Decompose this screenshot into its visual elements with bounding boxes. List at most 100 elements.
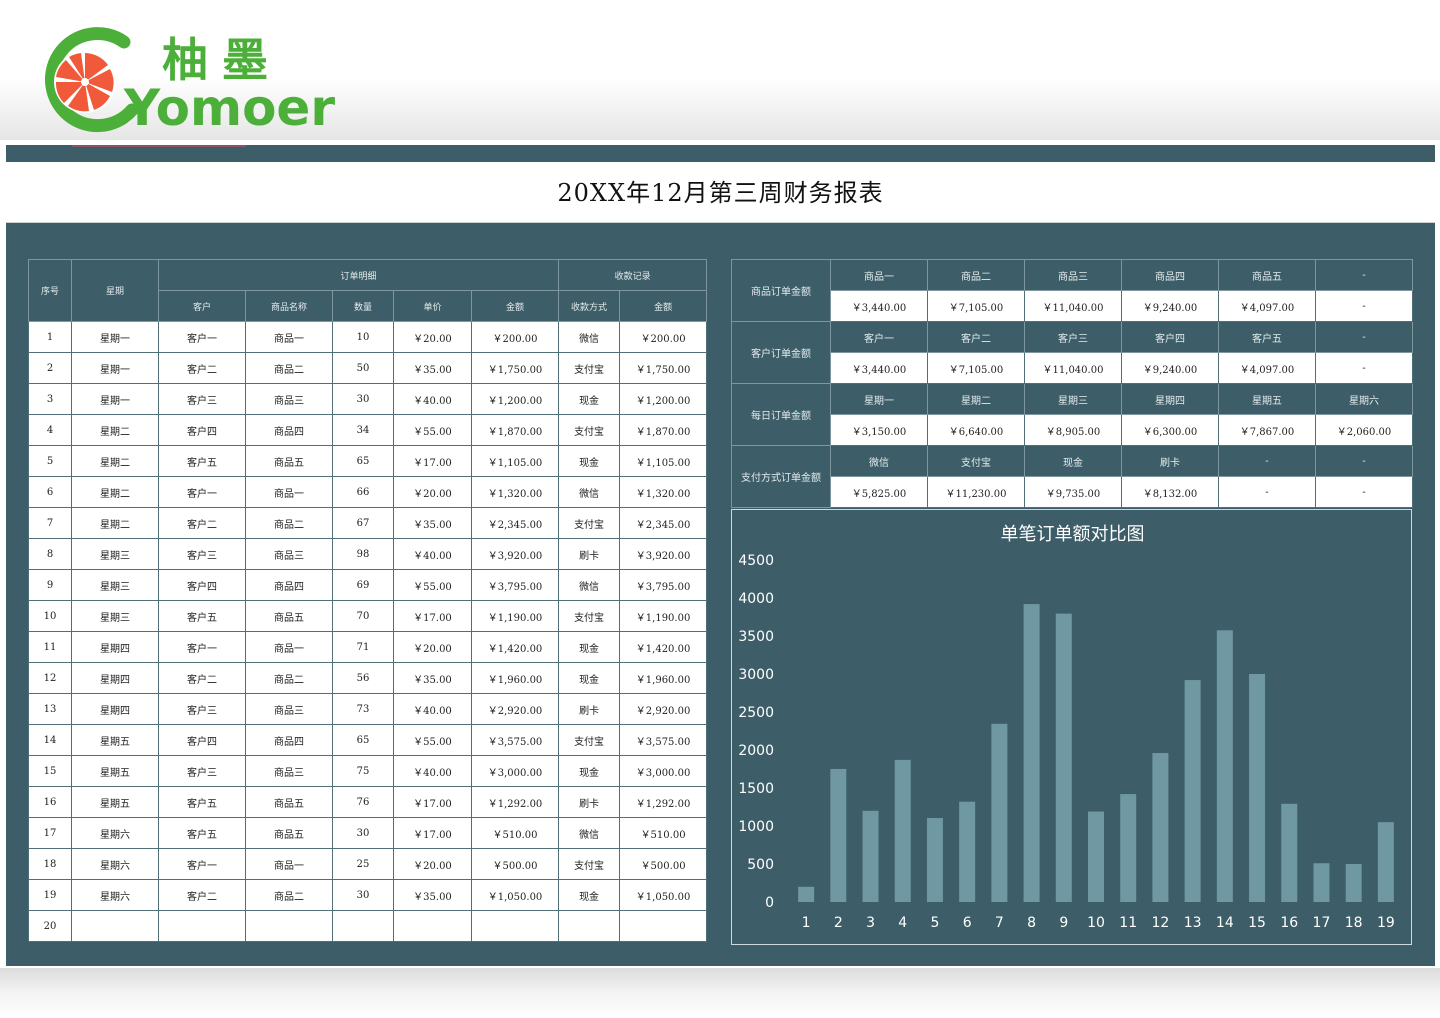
cell-weekday: 星期六 (71, 879, 159, 911)
cell-unit-price: ￥35.00 (393, 662, 472, 694)
cell-customer: 客户三 (158, 383, 246, 415)
cell-product: 商品三 (245, 693, 333, 725)
cell-customer: 客户三 (158, 693, 246, 725)
table-row: 19 星期六 客户二 商品二 30 ￥35.00 ￥1,050.00 现金 ￥1,050.00 (28, 879, 708, 911)
summary-value-row: ￥3,440.00 ￥7,105.00 ￥11,040.00 ￥9,240.00 ￥4,… (732, 290, 1413, 322)
cell-pay-method: 支付宝 (558, 600, 621, 632)
chart-bar (991, 723, 1008, 902)
cell-amount: ￥1,960.00 (470, 662, 560, 694)
cell-pay-method: 支付宝 (558, 414, 621, 446)
brand-logo: 柚墨 Yomoer (28, 24, 335, 136)
cell-pay-amount: ￥3,575.00 (619, 724, 708, 756)
cell-qty: 25 (332, 848, 394, 880)
cell-amount: ￥1,200.00 (470, 383, 560, 415)
cell-unit-price: ￥17.00 (393, 600, 472, 632)
summary-value-cell: ￥11,040.00 (1024, 290, 1122, 322)
col-header-pay-method: 收款方式 (558, 290, 621, 322)
summary-value-cell: ￥9,240.00 (1121, 352, 1219, 384)
cell-qty: 66 (332, 476, 394, 508)
cell-customer: 客户二 (158, 879, 246, 911)
summary-label: 商品订单金额 (731, 259, 831, 322)
summary-header-cell: 客户四 (1121, 321, 1219, 353)
cell-unit-price: ￥40.00 (393, 755, 472, 787)
cell-pay-amount: ￥2,345.00 (619, 507, 708, 539)
cell-seq: 14 (28, 724, 72, 756)
cell-customer: 客户五 (158, 600, 246, 632)
cell-customer: 客户五 (158, 445, 246, 477)
summary-header-cell: - (1315, 321, 1413, 353)
cell-product: 商品五 (245, 445, 333, 477)
cell-customer: 客户二 (158, 662, 246, 694)
summary-value-cell: ￥8,132.00 (1121, 476, 1219, 508)
cell-customer: 客户四 (158, 724, 246, 756)
cell-amount: ￥2,345.00 (470, 507, 560, 539)
cell-pay-method: 刷卡 (558, 786, 621, 818)
cell-pay-method: 支付宝 (558, 352, 621, 384)
summary-header-cell: 现金 (1024, 445, 1122, 477)
y-tick-label: 3000 (738, 667, 774, 683)
cell-unit-price: ￥40.00 (393, 383, 472, 415)
summary-value-row: ￥3,150.00 ￥6,640.00 ￥8,905.00 ￥6,300.00 ￥7,8… (732, 414, 1413, 446)
summary-value-cell: ￥3,150.00 (830, 414, 928, 446)
cell-pay-amount: ￥2,920.00 (619, 693, 708, 725)
cell-pay-method: 现金 (558, 879, 621, 911)
summary-header-cell: 客户三 (1024, 321, 1122, 353)
summary-header-cell: 商品一 (830, 259, 928, 291)
cell-customer (158, 910, 246, 942)
x-tick-label: 18 (1345, 915, 1363, 931)
cell-seq: 17 (28, 817, 72, 849)
cell-pay-method: 现金 (558, 445, 621, 477)
col-header-qty: 数量 (332, 290, 394, 322)
x-tick-label: 13 (1184, 915, 1202, 931)
cell-unit-price: ￥35.00 (393, 352, 472, 384)
chart-bar (798, 886, 815, 902)
cell-amount: ￥500.00 (470, 848, 560, 880)
table-row: 13 星期四 客户三 商品三 73 ￥40.00 ￥2,920.00 刷卡 ￥2,920.00 (28, 693, 708, 725)
summary-header-cell: - (1315, 445, 1413, 477)
report-title: 20XX年12月第三周财务报表 (6, 162, 1435, 223)
cell-seq: 3 (28, 383, 72, 415)
cell-qty: 73 (332, 693, 394, 725)
summary-value-cell: ￥6,640.00 (927, 414, 1025, 446)
cell-pay-amount: ￥3,000.00 (619, 755, 708, 787)
chart-bar (1088, 811, 1104, 902)
x-tick-label: 2 (834, 915, 843, 931)
cell-amount: ￥510.00 (470, 817, 560, 849)
y-tick-label: 1500 (738, 781, 774, 797)
x-tick-label: 14 (1216, 915, 1234, 931)
summary-header-cell: 支付宝 (927, 445, 1025, 477)
cell-unit-price: ￥20.00 (393, 631, 472, 663)
table-row: 17 星期六 客户五 商品五 30 ￥17.00 ￥510.00 微信 ￥510.00 (28, 817, 708, 849)
cell-seq: 5 (28, 445, 72, 477)
cell-customer: 客户二 (158, 507, 246, 539)
cell-seq: 7 (28, 507, 72, 539)
table-row: 1 星期一 客户一 商品一 10 ￥20.00 ￥200.00 微信 ￥200.00 (28, 321, 708, 353)
x-tick-label: 7 (995, 915, 1004, 931)
cell-weekday: 星期三 (71, 569, 159, 601)
cell-pay-method (558, 910, 621, 942)
cell-seq: 19 (28, 879, 72, 911)
summary-header-cell: 微信 (830, 445, 928, 477)
cell-qty: 67 (332, 507, 394, 539)
cell-amount: ￥3,920.00 (470, 538, 560, 570)
cell-pay-amount: ￥1,750.00 (619, 352, 708, 384)
table-row: 6 星期二 客户一 商品一 66 ￥20.00 ￥1,320.00 微信 ￥1,320.00 (28, 476, 708, 508)
y-tick-label: 1000 (738, 819, 774, 835)
group-header-order-detail: 订单明细 (157, 259, 560, 291)
x-tick-label: 6 (963, 915, 972, 931)
chart-bar (862, 810, 879, 902)
cell-product: 商品二 (245, 507, 333, 539)
summary-header-cell: 星期三 (1024, 383, 1122, 415)
cell-pay-method: 刷卡 (558, 693, 621, 725)
cell-amount: ￥1,105.00 (470, 445, 560, 477)
cell-product: 商品四 (245, 724, 333, 756)
summary-value-cell: - (1315, 476, 1413, 508)
cell-qty: 30 (332, 817, 394, 849)
cell-weekday: 星期二 (71, 476, 159, 508)
cell-pay-amount: ￥3,920.00 (619, 538, 708, 570)
summary-value-row: ￥3,440.00 ￥7,105.00 ￥11,040.00 ￥9,240.00 ￥4,… (732, 352, 1413, 384)
cell-weekday: 星期六 (71, 848, 159, 880)
cell-amount: ￥3,575.00 (470, 724, 560, 756)
table-row: 11 星期四 客户一 商品一 71 ￥20.00 ￥1,420.00 现金 ￥1,420.00 (28, 631, 708, 663)
summary-header-cell: 星期五 (1218, 383, 1316, 415)
